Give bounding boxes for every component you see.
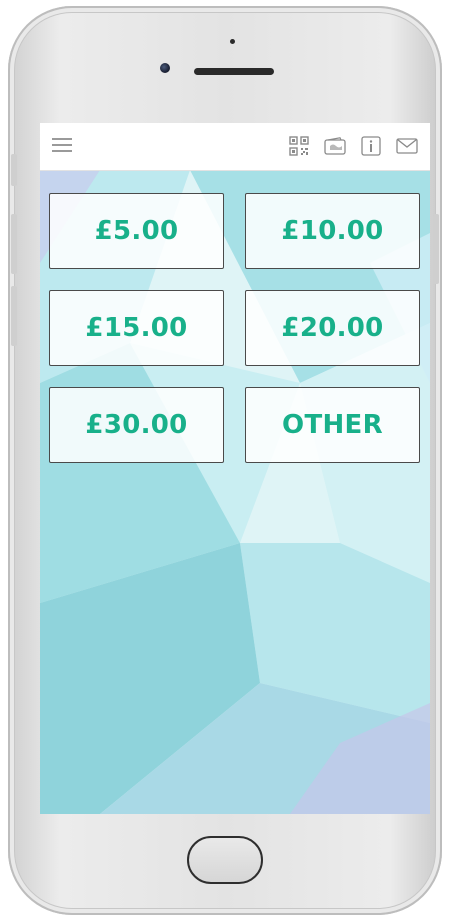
amount-button-5[interactable]: £5.00 <box>49 193 224 269</box>
amount-button-10[interactable]: £10.00 <box>245 193 420 269</box>
front-camera <box>230 39 235 44</box>
qr-code-icon[interactable] <box>288 135 310 157</box>
app-bar-actions <box>288 135 418 157</box>
other-amount-button[interactable]: OTHER <box>245 387 420 463</box>
mail-icon[interactable] <box>396 135 418 157</box>
volume-up-button <box>11 214 17 274</box>
mute-switch <box>11 154 17 186</box>
app-bar <box>40 123 430 171</box>
amount-button-20[interactable]: £20.00 <box>245 290 420 366</box>
amount-button-30[interactable]: £30.00 <box>49 387 224 463</box>
home-button <box>187 836 263 884</box>
menu-icon[interactable] <box>52 138 72 154</box>
volume-down-button <box>11 286 17 346</box>
earpiece-speaker <box>194 68 274 75</box>
info-icon[interactable] <box>360 135 382 157</box>
wallet-icon[interactable] <box>324 135 346 157</box>
phone-screen: £5.00 £10.00 £15.00 £20.00 £30.00 OTHER <box>40 123 430 814</box>
proximity-sensor <box>160 63 170 73</box>
amount-grid: £5.00 £10.00 £15.00 £20.00 £30.00 OTHER <box>49 193 420 463</box>
amount-button-15[interactable]: £15.00 <box>49 290 224 366</box>
power-button <box>433 214 439 284</box>
